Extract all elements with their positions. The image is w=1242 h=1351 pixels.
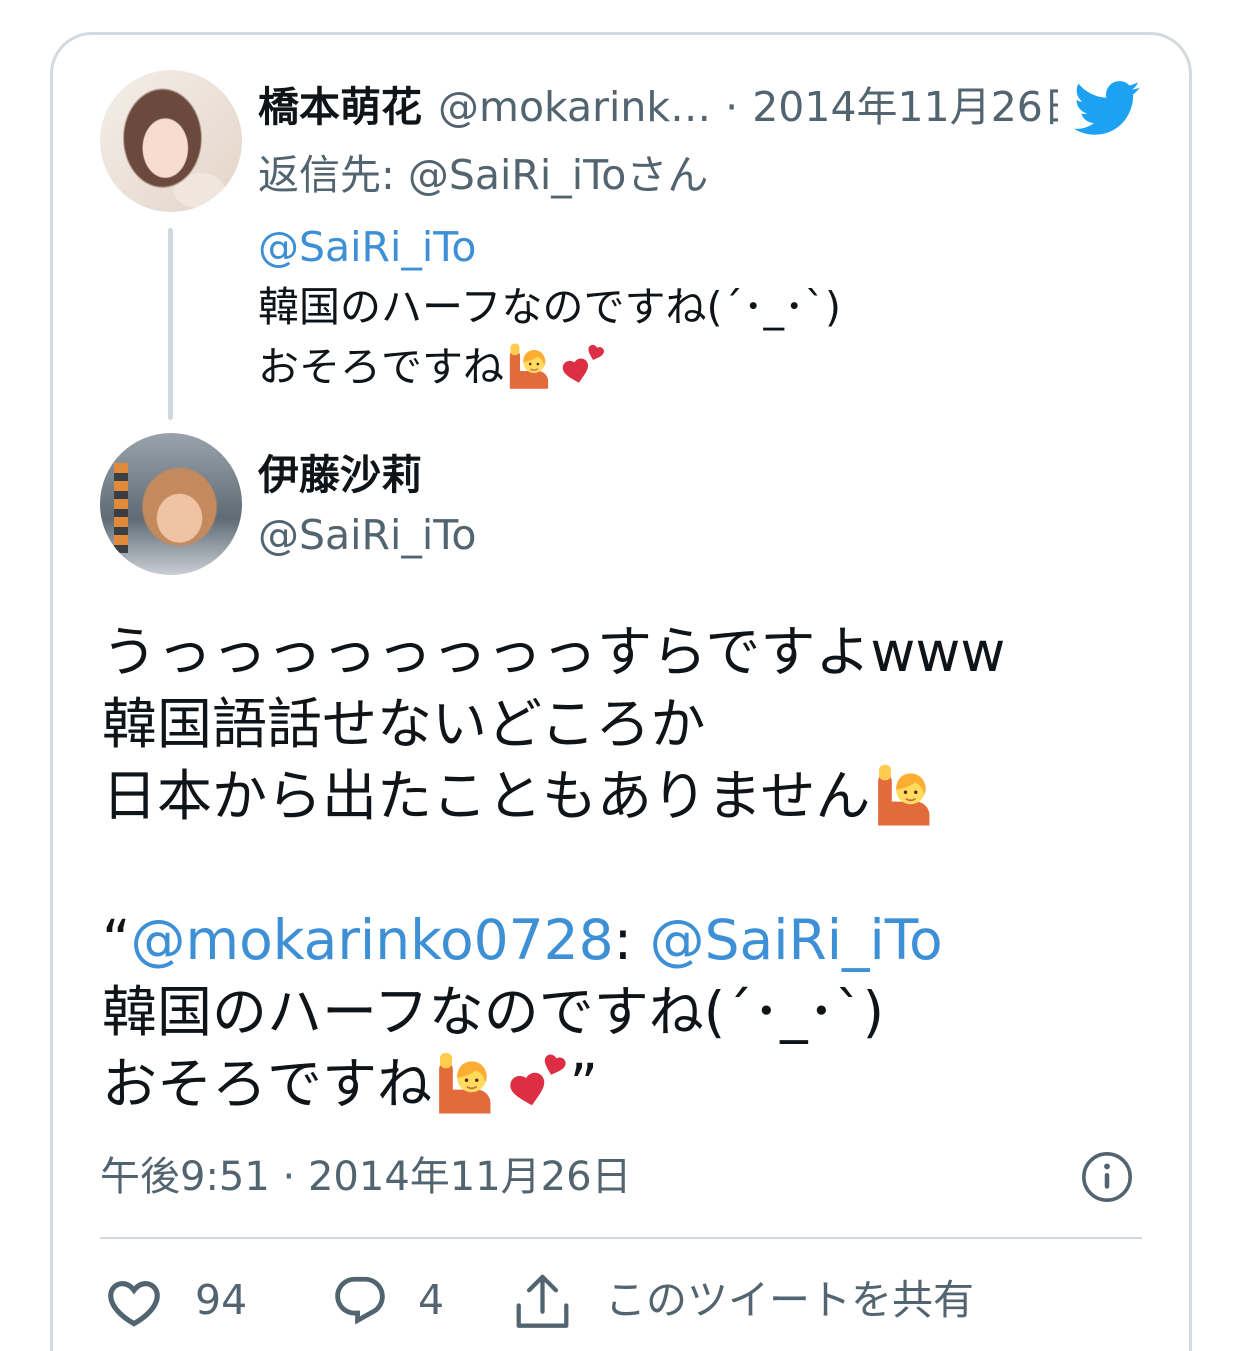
like-count[interactable]: 94 [195,1274,247,1326]
share-button[interactable] [515,1272,570,1333]
info-icon[interactable] [1080,1150,1134,1204]
person-raising-hand-emoji [506,343,552,389]
tweet-date-link[interactable]: 2014年11月26日 [752,83,1058,131]
thread-line [168,228,173,420]
quote-colon: : [613,908,633,972]
person-raising-hand-emoji [873,764,935,826]
parent-tweet-header: 橋本萌花 @mokarink… · 2014年11月26日 [258,82,1058,132]
like-button[interactable] [103,1272,165,1334]
mention-link[interactable]: @SaiRi_iTo [258,223,476,271]
reply-to-label: 返信先: @SaiRi_iToさん [258,151,709,199]
parent-tweet-text: @SaiRi_iTo 韓国のハーフなのですね(´･_･`) おそろですね [258,217,1138,397]
divider [100,1237,1142,1239]
tweet-timestamp-link[interactable]: 午後9:51 · 2014年11月26日 [100,1152,632,1202]
tweet-text-line: 韓国語話せないどころか [102,692,706,756]
mention-link[interactable]: @SaiRi_iTo [650,908,943,972]
twitter-bird-icon[interactable] [1071,79,1141,137]
tweet-text-line: “@mokarinko0728: @SaiRi_iTo [102,904,1142,976]
tweet-text-line: @SaiRi_iTo [258,217,1138,277]
share-label[interactable]: このツイートを共有 [605,1274,974,1326]
reply-icon [335,1276,385,1325]
tweet-text-line: うっっっっっっっっすらですよwww [102,620,1006,684]
author-handle[interactable]: @SaiRi_iTo [258,510,1058,560]
tweet-text: うっっっっっっっっすらですよwww 韓国語話せないどころか 日本から出たこともあ… [102,616,1142,1120]
avatar[interactable] [100,433,242,575]
tweet-text-line: 韓国のハーフなのですね(´･_･`) [102,980,885,1044]
quote-mark-open: “ [102,908,131,972]
tweet-text-line: 日本から出たこともありません [102,760,1142,832]
author-name[interactable]: 伊藤沙莉 [258,450,1058,500]
reply-count[interactable]: 4 [418,1274,444,1326]
avatar[interactable] [100,70,242,212]
two-hearts-emoji [561,343,607,389]
tweet-text: おそろですね [102,1052,433,1116]
tweet-text-line: おそろですね ” [102,1048,1142,1120]
author-handle[interactable]: @mokarink… [438,83,711,131]
reply-button[interactable] [331,1272,389,1330]
tweet-text-line: 韓国のハーフなのですね(´･_･`) [258,283,842,331]
two-hearts-emoji [508,1052,570,1114]
share-icon [516,1274,569,1328]
tweet-text: おそろですね [258,343,504,391]
person-raising-hand-emoji [434,1052,496,1114]
mention-link[interactable]: @mokarinko0728 [131,908,614,972]
tweet-text-line: おそろですね [258,337,1138,397]
tweet-text: 日本から出たこともありません [102,764,871,828]
heart-icon [108,1281,160,1327]
separator: · [725,83,739,131]
quote-mark-close: ” [569,1052,598,1116]
author-name[interactable]: 橋本萌花 [258,83,422,131]
